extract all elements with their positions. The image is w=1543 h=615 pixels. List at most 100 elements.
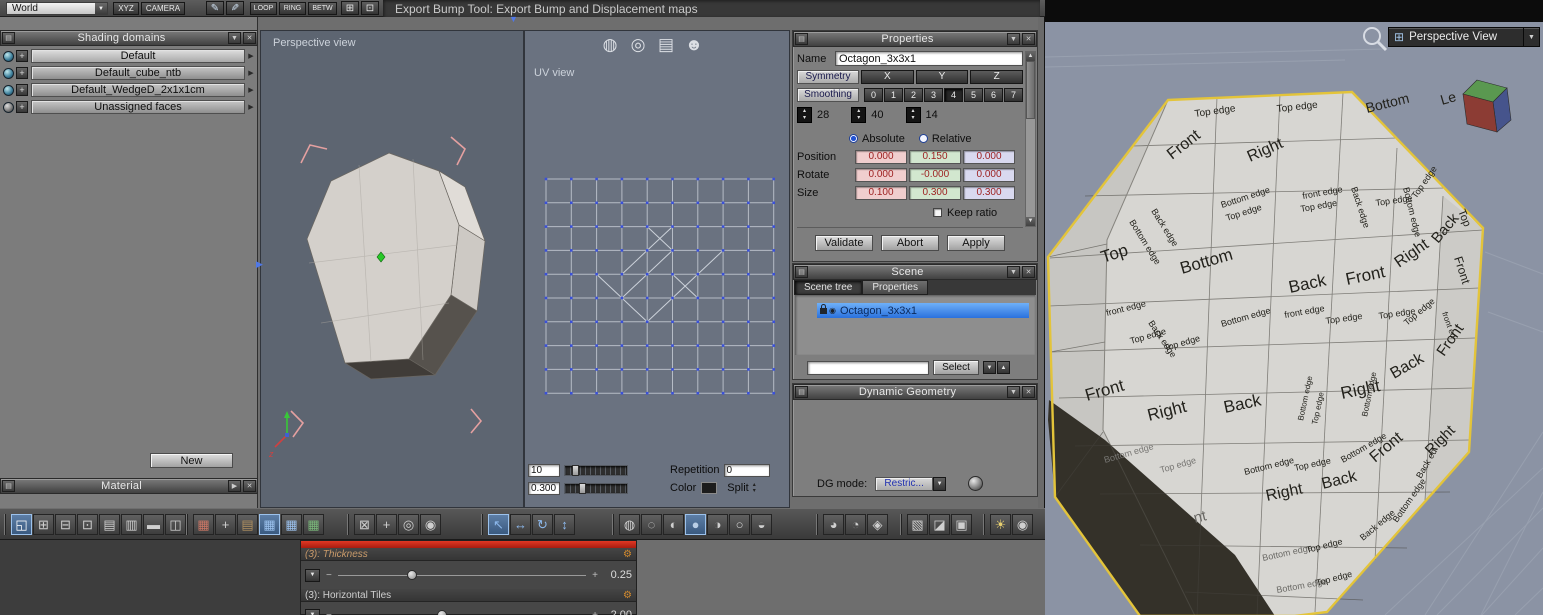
- uv-vertex[interactable]: [696, 368, 700, 371]
- repetition-input[interactable]: [723, 463, 770, 477]
- uv-vertex[interactable]: [772, 272, 775, 276]
- minus-icon[interactable]: −: [326, 570, 332, 581]
- domain-item-unassigned[interactable]: Unassigned faces: [31, 100, 245, 114]
- uv-vertex[interactable]: [595, 177, 598, 181]
- uv-vertex[interactable]: [570, 320, 573, 324]
- uv-vertex[interactable]: [595, 368, 598, 371]
- uv-vertex[interactable]: [544, 272, 548, 276]
- uv-vertex[interactable]: [671, 177, 674, 181]
- uv-vertex[interactable]: [620, 368, 624, 371]
- uv-vertex[interactable]: [671, 201, 674, 205]
- uv-vertex[interactable]: [696, 320, 700, 324]
- position-y-field[interactable]: 0.150: [909, 149, 961, 164]
- uv-vertex[interactable]: [570, 296, 573, 300]
- uv-vertex[interactable]: [721, 344, 725, 347]
- reflection-sphere-icon[interactable]: ◈: [867, 514, 888, 535]
- uv-vertex[interactable]: [620, 272, 624, 276]
- uv-vertex[interactable]: [620, 201, 624, 205]
- slider-handle[interactable]: [572, 464, 580, 476]
- smoothing-button[interactable]: Smoothing: [797, 87, 859, 102]
- rotate-z-field[interactable]: 0.000: [963, 167, 1015, 182]
- smoothing-level-0[interactable]: 0: [864, 87, 883, 102]
- color-swatch[interactable]: [701, 482, 718, 494]
- domain-item-cube-ntb[interactable]: Default_cube_ntb: [31, 66, 245, 80]
- validate-button[interactable]: Validate: [815, 235, 873, 251]
- select-border-mode-icon[interactable]: ▬: [143, 514, 164, 535]
- uv-vertex[interactable]: [696, 296, 700, 300]
- select-face-mode-icon[interactable]: ⊡: [77, 514, 98, 535]
- uv-vertex[interactable]: [747, 320, 750, 324]
- uv-vertex[interactable]: [570, 368, 573, 371]
- visibility-eye-icon[interactable]: ◉: [420, 514, 441, 535]
- uv-vertex[interactable]: [772, 296, 775, 300]
- wireframe-sphere-icon[interactable]: ◍: [619, 514, 640, 535]
- domain-item-default[interactable]: Default: [31, 49, 245, 63]
- smoothing-level-5[interactable]: 5: [964, 87, 983, 102]
- main-3d-viewport[interactable]: Top edge Top edge Bottom LeFront RightBack e…: [1045, 0, 1543, 615]
- expand-tree-icon[interactable]: ▲: [997, 361, 1010, 374]
- expand-arrow-icon[interactable]: ▶: [245, 83, 257, 97]
- uv-projection-icon[interactable]: ◍: [597, 33, 623, 57]
- new-domain-button[interactable]: New: [150, 453, 233, 468]
- select-all-mode-icon[interactable]: ◫: [165, 514, 186, 535]
- uv-vertex[interactable]: [544, 249, 548, 252]
- uv-vertex[interactable]: [721, 249, 725, 252]
- scroll-down-icon[interactable]: ▼: [1026, 217, 1035, 226]
- select-loop-mode-icon[interactable]: ▤: [99, 514, 120, 535]
- rotate-y-field[interactable]: -0.000: [909, 167, 961, 182]
- uv-vertex[interactable]: [696, 249, 700, 252]
- uv-vertex[interactable]: [645, 201, 649, 205]
- dg-sphere-icon[interactable]: [968, 476, 984, 491]
- eye-icon[interactable]: ◉: [829, 306, 836, 315]
- uv-vertex[interactable]: [544, 296, 548, 300]
- uv-vertex[interactable]: [747, 177, 750, 181]
- pan-down-arrow-icon[interactable]: ▼: [509, 15, 518, 24]
- checker-grid-icon[interactable]: ▦: [303, 514, 324, 535]
- textured-sphere-icon[interactable]: ◑: [707, 514, 728, 535]
- uv-vertex[interactable]: [671, 391, 674, 395]
- panel-menu-icon[interactable]: ▤: [795, 33, 808, 45]
- uv-vertex[interactable]: [595, 272, 598, 276]
- keep-ratio-checkbox[interactable]: [933, 208, 942, 217]
- smoothing-level-6[interactable]: 6: [984, 87, 1003, 102]
- uv-grid-icon[interactable]: ▦: [259, 514, 280, 535]
- uv-vertex[interactable]: [595, 225, 598, 228]
- zoom-tool-icon[interactable]: ◎: [398, 514, 419, 535]
- uv-vertex[interactable]: [620, 177, 624, 181]
- tab-scene-tree[interactable]: Scene tree: [794, 280, 863, 295]
- add-domain-icon[interactable]: +: [16, 101, 28, 113]
- symmetry-axis-y[interactable]: Y: [915, 69, 969, 84]
- perspective-canvas[interactable]: z: [261, 31, 524, 508]
- scroll-up-icon[interactable]: ▲: [1026, 52, 1035, 61]
- uv-vertex[interactable]: [595, 201, 598, 205]
- uv-vertex[interactable]: [645, 225, 649, 228]
- uv-vertex[interactable]: [772, 368, 775, 371]
- uv-vertex[interactable]: [645, 391, 649, 395]
- loop-grid-icon[interactable]: ⊞: [341, 1, 359, 15]
- smoothing-level-7[interactable]: 7: [1004, 87, 1023, 102]
- red-slider-bar[interactable]: [301, 541, 636, 548]
- close-icon[interactable]: ✕: [1022, 266, 1035, 278]
- expand-arrow-icon[interactable]: ▶: [245, 100, 257, 114]
- apply-button[interactable]: Apply: [947, 235, 1005, 251]
- hiddenline-sphere-icon[interactable]: ◌: [641, 514, 662, 535]
- uv-vertex[interactable]: [645, 296, 649, 300]
- rotate-x-field[interactable]: 0.000: [855, 167, 907, 182]
- minus-icon[interactable]: −: [326, 610, 332, 615]
- move-cursor-icon[interactable]: ↔: [510, 514, 531, 535]
- uv-vertex[interactable]: [570, 344, 573, 347]
- uv-vertex[interactable]: [620, 344, 624, 347]
- select-button[interactable]: Select: [933, 360, 979, 375]
- select-vertex-mode-icon[interactable]: ⊞: [33, 514, 54, 535]
- tile-v-input[interactable]: [528, 481, 560, 495]
- uv-vertex[interactable]: [747, 272, 750, 276]
- uv-vertex[interactable]: [671, 296, 674, 300]
- smoothing-level-4[interactable]: 4: [944, 87, 963, 102]
- material-grid-icon[interactable]: ▦: [193, 514, 214, 535]
- flat-sphere-icon[interactable]: ◐: [663, 514, 684, 535]
- uv-vertex[interactable]: [772, 201, 775, 205]
- uv-canvas[interactable]: [525, 31, 790, 508]
- position-z-field[interactable]: 0.000: [963, 149, 1015, 164]
- chevron-down-icon[interactable]: ▼: [95, 3, 107, 14]
- perspective-view-panel[interactable]: z Perspective view: [260, 30, 524, 508]
